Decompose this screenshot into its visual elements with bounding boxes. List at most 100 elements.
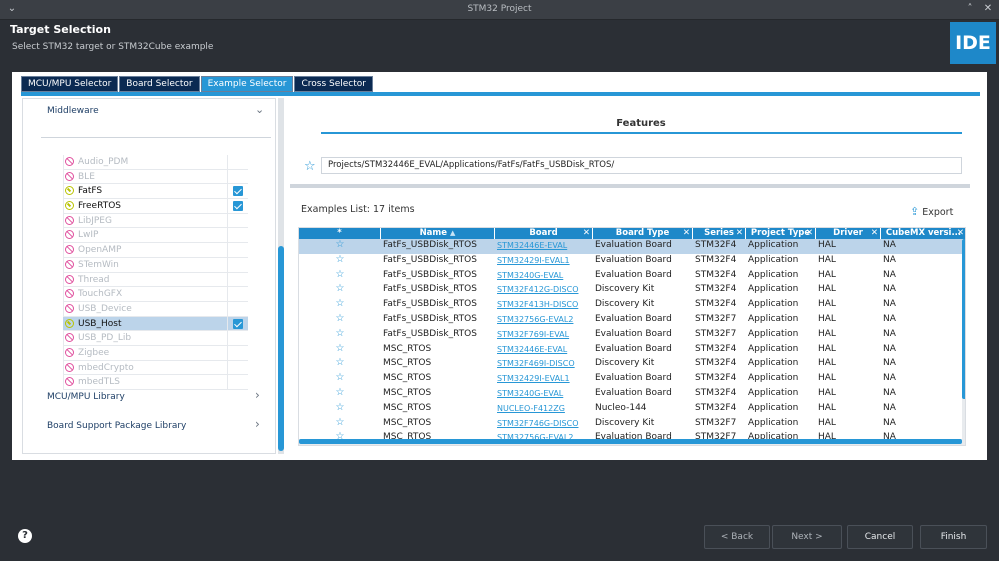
chevron-down-icon[interactable]: ⌄ — [255, 103, 264, 116]
cell-board[interactable]: NUCLEO-F412ZG — [497, 404, 592, 413]
favorite-star-icon[interactable]: ☆ — [299, 343, 381, 354]
column-header-cubemx-version[interactable]: CubeMX versi... ✕ — [881, 228, 965, 239]
middleware-checkbox-cell[interactable] — [227, 228, 248, 243]
cell-board[interactable]: STM32F412G-DISCO — [497, 285, 592, 294]
favorite-star-icon[interactable]: ☆ — [299, 313, 381, 324]
table-vertical-scrollbar[interactable] — [962, 239, 965, 439]
cell-board[interactable]: STM3240G-EVAL — [497, 271, 592, 280]
favorite-star-icon[interactable]: ☆ — [299, 239, 381, 250]
column-header-star[interactable]: * — [299, 228, 381, 239]
middleware-item[interactable]: LwIP — [63, 228, 248, 244]
favorite-star-icon[interactable]: ☆ — [299, 417, 381, 428]
mcu-library-section-header[interactable]: MCU/MPU Library › — [23, 387, 273, 407]
column-header-series[interactable]: Series ✕ — [693, 228, 746, 239]
middleware-checkbox-cell[interactable] — [227, 287, 248, 302]
middleware-item[interactable]: Zigbee — [63, 345, 248, 361]
clear-filter-icon[interactable]: ✕ — [806, 228, 813, 239]
cell-board[interactable]: STM32429I-EVAL1 — [497, 256, 592, 265]
pane-divider[interactable] — [290, 184, 970, 188]
scrollbar-thumb[interactable] — [962, 239, 965, 399]
clear-filter-icon[interactable]: ✕ — [957, 228, 964, 239]
table-horizontal-scrollbar[interactable] — [299, 439, 965, 445]
middleware-section-header[interactable]: Middleware ⌄ — [23, 101, 273, 121]
middleware-checkbox-cell[interactable] — [227, 272, 248, 287]
favorite-star-icon[interactable]: ☆ — [299, 298, 381, 309]
clear-filter-icon[interactable]: ✕ — [583, 228, 590, 239]
middleware-checkbox-cell[interactable] — [227, 169, 248, 184]
middleware-item[interactable]: OpenAMP — [63, 243, 248, 258]
tab-example-selector[interactable]: Example Selector — [200, 76, 294, 92]
cell-board[interactable]: STM32F469I-DISCO — [497, 359, 592, 368]
column-header-board-type[interactable]: Board Type ✕ — [593, 228, 693, 239]
favorite-star-icon[interactable]: ☆ — [299, 328, 381, 339]
table-row[interactable]: ☆ FatFs_USBDisk_RTOS STM3240G-EVAL Evaluati… — [299, 269, 965, 284]
table-row[interactable]: ☆ MSC_RTOS STM32429I-EVAL1 Evaluation Board… — [299, 372, 965, 387]
middleware-item[interactable]: LibJPEG — [63, 213, 248, 229]
middleware-checkbox-cell[interactable] — [227, 331, 248, 346]
table-row[interactable]: ☆ FatFs_USBDisk_RTOS STM32446E-EVAL Evaluat… — [299, 239, 965, 254]
middleware-checkbox-cell[interactable] — [227, 184, 248, 199]
favorite-star-icon[interactable]: ☆ — [299, 269, 381, 280]
export-button[interactable]: ⇪ Export — [910, 205, 953, 218]
middleware-checkbox-cell[interactable] — [227, 316, 248, 331]
favorite-star-icon[interactable]: ☆ — [299, 254, 381, 265]
middleware-item[interactable]: USB_Host — [63, 316, 248, 332]
tab-mcu-mpu-selector[interactable]: MCU/MPU Selector — [21, 76, 119, 92]
column-header-board[interactable]: Board ✕ — [495, 228, 593, 239]
next-button[interactable]: Next > — [772, 525, 842, 549]
middleware-item[interactable]: Audio_PDM — [63, 155, 248, 170]
middleware-checkbox-cell[interactable] — [227, 360, 248, 375]
cell-board[interactable]: STM32F413H-DISCO — [497, 300, 592, 309]
help-icon[interactable]: ? — [18, 529, 32, 543]
star-icon[interactable]: ☆ — [304, 159, 316, 174]
middleware-checkbox-cell[interactable] — [227, 155, 248, 169]
chevron-right-icon[interactable]: › — [255, 417, 260, 431]
checkbox-checked-icon[interactable] — [233, 318, 243, 329]
middleware-checkbox-cell[interactable] — [227, 257, 248, 272]
middleware-checkbox-cell[interactable] — [227, 199, 248, 214]
table-row[interactable]: ☆ FatFs_USBDisk_RTOS STM32429I-EVAL1 Evalua… — [299, 254, 965, 269]
middleware-item[interactable]: FreeRTOS — [63, 199, 248, 214]
table-row[interactable]: ☆ FatFs_USBDisk_RTOS STM32F412G-DISCO Disco… — [299, 283, 965, 298]
cell-board[interactable]: STM32F746G-DISCO — [497, 419, 592, 428]
checkbox-checked-icon[interactable] — [233, 186, 243, 197]
middleware-checkbox-cell[interactable] — [227, 243, 248, 258]
cell-board[interactable]: STM32446E-EVAL — [497, 241, 592, 250]
clear-filter-icon[interactable]: ✕ — [736, 228, 743, 239]
sort-ascending-icon[interactable]: ▲ — [450, 229, 455, 237]
table-row[interactable]: ☆ FatFs_USBDisk_RTOS STM32756G-EVAL2 Evalua… — [299, 313, 965, 328]
cancel-button[interactable]: Cancel — [847, 525, 913, 549]
middleware-checkbox-cell[interactable] — [227, 213, 248, 228]
left-scrollbar[interactable] — [278, 98, 284, 454]
middleware-item[interactable]: TouchGFX — [63, 287, 248, 302]
middleware-checkbox-cell[interactable] — [227, 345, 248, 360]
tab-cross-selector[interactable]: Cross Selector — [294, 76, 373, 92]
table-row[interactable]: ☆ MSC_RTOS STM32446E-EVAL Evaluation Board S… — [299, 343, 965, 358]
example-path-field[interactable]: Projects/STM32446E_EVAL/Applications/Fat… — [321, 157, 962, 174]
favorite-star-icon[interactable]: ☆ — [299, 357, 381, 368]
table-row[interactable]: ☆ MSC_RTOS STM32F746G-DISCO Discovery Kit ST… — [299, 417, 965, 432]
finish-button[interactable]: Finish — [920, 525, 987, 549]
column-header-name[interactable]: Name ▲ — [381, 228, 495, 239]
cell-board[interactable]: STM3240G-EVAL — [497, 389, 592, 398]
middleware-item[interactable]: mbedCrypto — [63, 360, 248, 376]
table-row[interactable]: ☆ MSC_RTOS NUCLEO-F412ZG Nucleo-144 STM32F4 A… — [299, 402, 965, 417]
middleware-item[interactable]: BLE — [63, 169, 248, 185]
cell-board[interactable]: STM32429I-EVAL1 — [497, 374, 592, 383]
middleware-item[interactable]: USB_PD_Lib — [63, 331, 248, 346]
table-row[interactable]: ☆ MSC_RTOS STM3240G-EVAL Evaluation Board ST… — [299, 387, 965, 402]
middleware-item[interactable]: STemWin — [63, 257, 248, 273]
middleware-item[interactable]: USB_Device — [63, 301, 248, 317]
favorite-star-icon[interactable]: ☆ — [299, 372, 381, 383]
maximize-icon[interactable]: ˄ — [964, 3, 976, 14]
favorite-star-icon[interactable]: ☆ — [299, 402, 381, 413]
column-header-project-type[interactable]: Project Type ✕ — [746, 228, 816, 239]
favorite-star-icon[interactable]: ☆ — [299, 283, 381, 294]
tab-board-selector[interactable]: Board Selector — [119, 76, 200, 92]
clear-filter-icon[interactable]: ✕ — [871, 228, 878, 239]
scrollbar-thumb[interactable] — [278, 246, 284, 451]
table-row[interactable]: ☆ MSC_RTOS STM32F469I-DISCO Discovery Kit ST… — [299, 357, 965, 372]
middleware-item[interactable]: FatFS — [63, 184, 248, 200]
scrollbar-thumb[interactable] — [299, 439, 962, 444]
close-icon[interactable]: ✕ — [982, 3, 994, 14]
